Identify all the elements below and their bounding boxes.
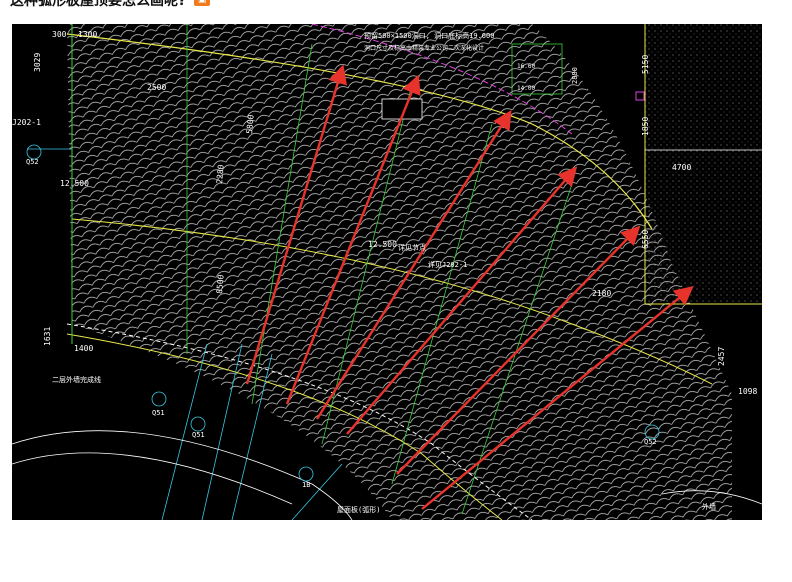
elev-12500-a: 12.500 bbox=[60, 179, 89, 188]
detail-1660: 16.60 bbox=[517, 63, 535, 70]
dim-300: 300 bbox=[52, 30, 67, 39]
post-title-row: 这种弧形板屋顶要怎么画呢? ▣ bbox=[10, 0, 211, 9]
callout-2: 详见节点 bbox=[398, 243, 426, 252]
dim-3029: 3029 bbox=[33, 53, 42, 72]
grid-label-q52-b: Q52 bbox=[644, 438, 657, 446]
bottom-label: 屋面板(弧形) bbox=[337, 505, 380, 514]
callout-1: 详见J202-1 bbox=[428, 260, 467, 269]
right-dotted-panel bbox=[645, 24, 762, 304]
detail-2880: 2880 bbox=[571, 67, 579, 84]
dim-1400: 1400 bbox=[74, 344, 93, 353]
post-title: 这种弧形板屋顶要怎么画呢? bbox=[10, 0, 187, 9]
right-label: 外墙 bbox=[702, 502, 716, 511]
grid-label-q51-b: Q51 bbox=[192, 431, 205, 439]
dim-1631: 1631 bbox=[43, 327, 52, 346]
grid-label-1b: 1B bbox=[302, 481, 310, 489]
detail-1400: 14.00 bbox=[517, 85, 535, 92]
note-top2: 洞口尺寸及标高由精装专业公司二次深化设计 bbox=[364, 44, 484, 52]
cad-drawing-image: 预留500×1500洞口, 洞口底标高19.600 洞口尺寸及标高由精装专业公司… bbox=[12, 24, 762, 520]
dim-1850: 1850 bbox=[641, 117, 650, 136]
dim-5150: 5150 bbox=[641, 55, 650, 74]
dim-2280: 2280 bbox=[215, 164, 226, 184]
left-note: 二层外墙完成线 bbox=[52, 375, 101, 384]
dim-2457: 2457 bbox=[717, 347, 726, 366]
cad-canvas: 预留500×1500洞口, 洞口底标高19.600 洞口尺寸及标高由精装专业公司… bbox=[12, 24, 762, 520]
dim-8500: 8500 bbox=[215, 274, 226, 294]
roof-hatch-area bbox=[67, 24, 732, 520]
dim-2180: 2180 bbox=[592, 289, 611, 298]
dim-1098: 1098 bbox=[738, 387, 757, 396]
dim-5800: 5800 bbox=[245, 114, 256, 134]
note-top: 预留500×1500洞口, 洞口底标高19.600 bbox=[364, 31, 494, 40]
grid-label-j202: J202-1 bbox=[12, 118, 41, 127]
dim-6550: 6550 bbox=[641, 230, 650, 249]
grid-label-q52: Q52 bbox=[26, 158, 39, 166]
dim-2500: 2500 bbox=[147, 83, 166, 92]
image-badge-icon[interactable]: ▣ bbox=[194, 0, 211, 6]
elev-12500-b: 12.500 bbox=[368, 240, 397, 249]
dim-1300: 1300 bbox=[78, 30, 97, 39]
grid-label-q51-a: Q51 bbox=[152, 409, 165, 417]
dim-4700: 4700 bbox=[672, 163, 691, 172]
